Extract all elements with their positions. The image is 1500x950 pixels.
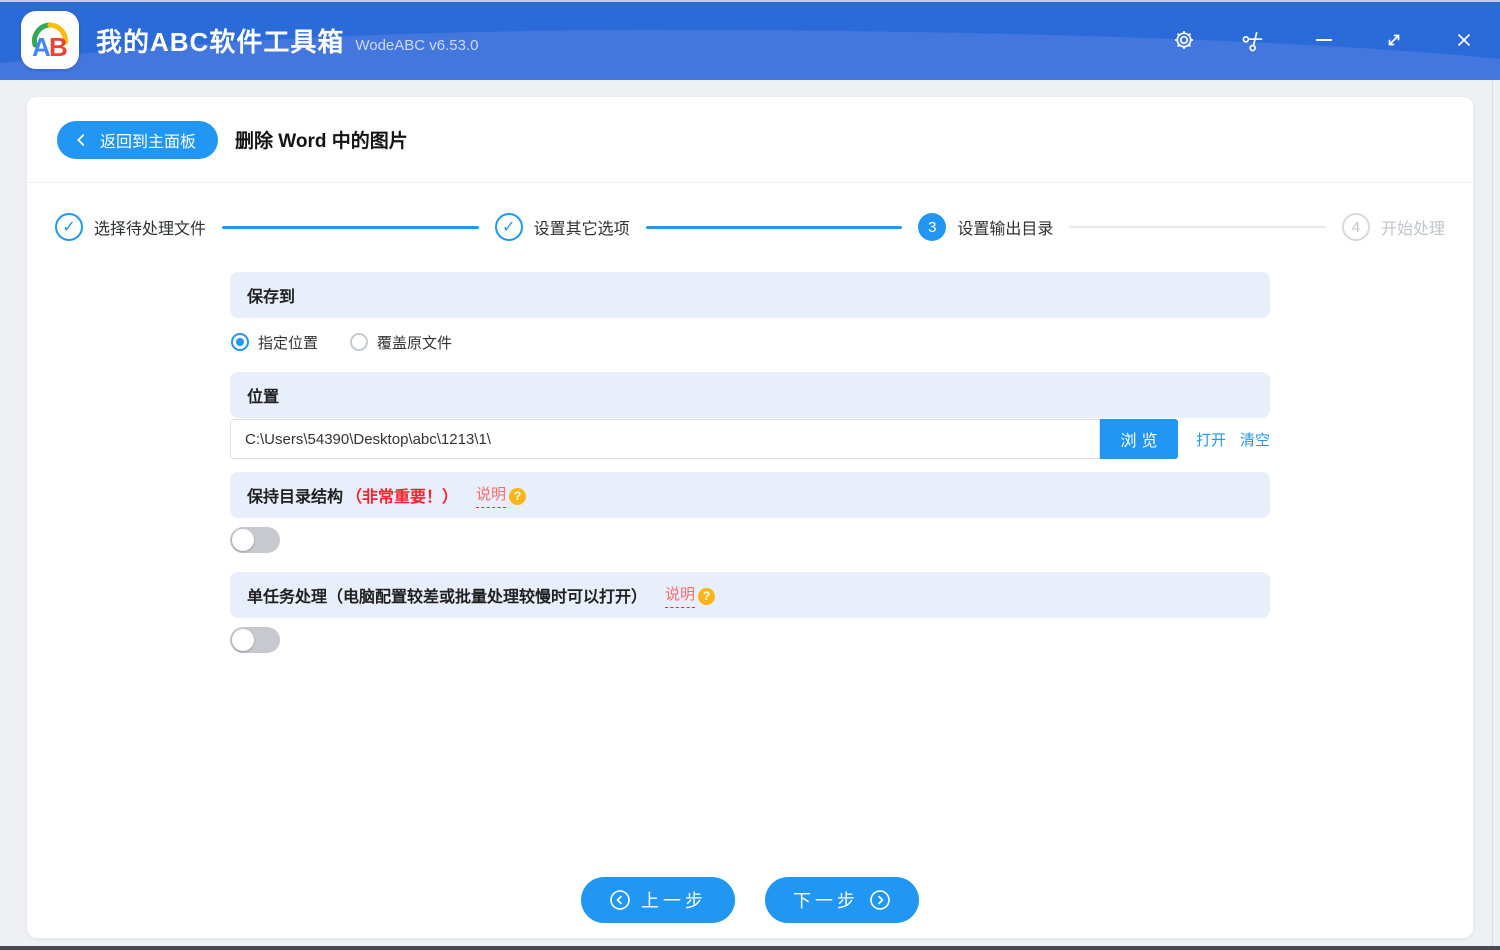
keep-structure-toggle-row [230, 527, 1270, 553]
window-top-edge [0, 0, 1500, 2]
page-title: 删除 Word 中的图片 [235, 131, 408, 152]
location-input-row: 浏览 打开 清空 [230, 419, 1270, 459]
app-version: WodeABC v6.53.0 [355, 36, 479, 54]
browse-button[interactable]: 浏览 [1099, 419, 1178, 459]
circle-chevron-right-icon [870, 890, 890, 910]
step-3-label: 设置输出目录 [957, 221, 1054, 238]
step-connector-done-1 [222, 225, 479, 229]
step-1-check-icon: ✓ [55, 213, 83, 241]
step-1-label: 选择待处理文件 [94, 221, 207, 238]
step-4-number-badge: 4 [1341, 213, 1370, 241]
window-controls [1172, 28, 1500, 52]
keep-structure-important-note: （非常重要！） [346, 489, 459, 506]
question-mark-icon[interactable]: ? [698, 587, 716, 605]
radio-overwrite-original[interactable]: 覆盖原文件 [350, 332, 452, 353]
window-bottom-edge [0, 946, 1500, 950]
single-task-toggle-row [230, 627, 1270, 653]
radio-specified-label: 指定位置 [258, 334, 319, 352]
chevron-left-icon [77, 133, 85, 146]
keep-structure-toggle-off[interactable] [230, 527, 280, 553]
step-2-check-icon: ✓ [494, 213, 523, 241]
step-2-other-options: ✓ 设置其它选项 [494, 213, 630, 241]
svg-text:B: B [49, 32, 68, 62]
keep-structure-help-link[interactable]: 说明 [476, 483, 507, 508]
screenshot-scissors-icon[interactable] [1242, 28, 1266, 52]
titlebar: A B 我的ABC软件工具箱 WodeABC v6.53.0 [0, 0, 1500, 80]
app-title: 我的ABC软件工具箱 [96, 26, 345, 57]
abc-logo-icon: A B [32, 22, 68, 62]
location-section-header: 位置 [230, 372, 1270, 418]
location-title: 位置 [247, 389, 280, 406]
step-3-number-badge: 3 [918, 213, 947, 241]
single-task-toggle-off[interactable] [230, 627, 280, 653]
output-path-input[interactable] [230, 419, 1100, 459]
single-task-help-link[interactable]: 说明 [665, 583, 696, 608]
previous-step-button[interactable]: 上一步 [581, 877, 735, 923]
settings-gear-icon[interactable] [1172, 28, 1196, 52]
toggle-knob [232, 529, 254, 551]
minimize-button[interactable] [1312, 28, 1336, 52]
page-header: 返回到主面板 删除 Word 中的图片 [27, 97, 1473, 183]
back-button-label: 返回到主面板 [100, 133, 197, 151]
clear-path-link[interactable]: 清空 [1240, 429, 1270, 450]
single-task-title: 单任务处理（电脑配置较差或批量处理较慢时可以打开） [247, 589, 648, 606]
save-to-title: 保存到 [247, 289, 296, 306]
app-logo: A B [21, 11, 79, 69]
next-step-button[interactable]: 下一步 [765, 877, 919, 923]
step-indicator: ✓ 选择待处理文件 ✓ 设置其它选项 3 设置输出目录 4 开始处理 [55, 209, 1445, 245]
save-to-section-header: 保存到 [230, 272, 1270, 318]
question-mark-icon[interactable]: ? [509, 487, 527, 505]
radio-unselected-icon [350, 333, 369, 351]
toggle-knob [232, 629, 254, 651]
step-1-select-files: ✓ 选择待处理文件 [55, 213, 206, 241]
keep-structure-title: 保持目录结构 [247, 489, 344, 506]
main-panel: 返回到主面板 删除 Word 中的图片 ✓ 选择待处理文件 ✓ 设置其它选项 3… [27, 97, 1473, 938]
radio-overwrite-label: 覆盖原文件 [377, 334, 453, 352]
single-task-section-header: 单任务处理（电脑配置较差或批量处理较慢时可以打开） 说明 ? [230, 572, 1270, 618]
step-connector-pending [1069, 226, 1326, 228]
step-4-label: 开始处理 [1380, 221, 1445, 238]
radio-selected-icon [231, 333, 249, 351]
previous-step-label: 上一步 [641, 891, 707, 911]
wizard-navigation: 上一步 下一步 [27, 877, 1473, 923]
radio-specified-location[interactable]: 指定位置 [231, 332, 318, 353]
circle-chevron-left-icon [610, 890, 630, 910]
step-2-label: 设置其它选项 [533, 221, 630, 238]
close-button[interactable] [1452, 28, 1476, 52]
back-to-dashboard-button[interactable]: 返回到主面板 [57, 120, 219, 159]
output-settings-form: 保存到 指定位置 覆盖原文件 位置 浏览 打开 清空 保持目录结构 （非常重要！… [230, 272, 1270, 653]
open-folder-link[interactable]: 打开 [1196, 429, 1226, 450]
maximize-button[interactable] [1382, 28, 1406, 52]
window-right-edge [1492, 80, 1493, 946]
step-3-output-dir: 3 设置输出目录 [918, 213, 1053, 241]
next-step-label: 下一步 [793, 891, 859, 911]
keep-structure-section-header: 保持目录结构 （非常重要！） 说明 ? [230, 472, 1270, 518]
step-4-start-processing: 4 开始处理 [1341, 213, 1445, 241]
step-connector-done-2 [645, 225, 903, 229]
save-to-radio-group: 指定位置 覆盖原文件 [230, 324, 1270, 360]
